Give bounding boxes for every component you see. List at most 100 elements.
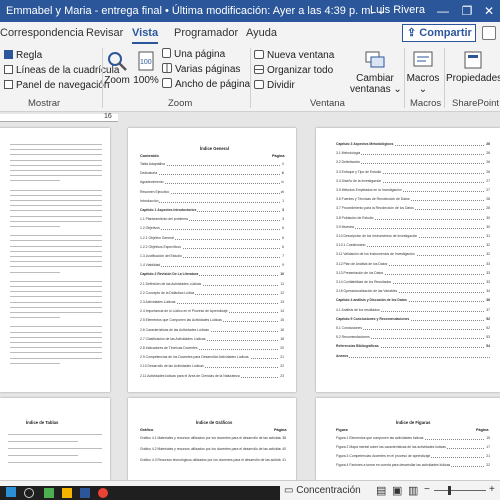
focus-mode-button[interactable]: ▭ Concentración (284, 485, 361, 496)
word-icon[interactable] (80, 488, 90, 498)
toc-row[interactable]: Agradecimiento iv (140, 180, 284, 185)
toc-row[interactable]: 5.1 Conclusiones 52 (336, 326, 490, 331)
toc-row[interactable]: Figura 2 Mapa mental sobre las caracterí… (336, 445, 490, 450)
new-window-button[interactable]: Nueva ventana (254, 50, 334, 61)
tab-ayuda[interactable]: Ayuda (246, 27, 277, 39)
toc-row[interactable]: Capítulo 2 Revisión De La Literatura 10 (140, 272, 284, 277)
checkbox-panel-navegacion[interactable]: Panel de navegación (4, 80, 109, 91)
toc-row[interactable]: 1.1 Planteamiento del problema 3 (140, 217, 284, 222)
toc-row[interactable]: 3.7 Procedimiento para la Recolección de… (336, 206, 490, 211)
toc-row[interactable]: Resumen Ejecutivo vii (140, 189, 284, 195)
folder-icon[interactable] (62, 488, 72, 498)
page-indice-general[interactable]: Índice General Contenido Página Tabla Ad… (128, 128, 296, 392)
toc-row[interactable]: 3.3 Enfoque y Tipo de Estudio 26 (336, 169, 490, 175)
toc-row[interactable]: 3.10.1 Cuestionario 32 (336, 243, 490, 248)
share-button[interactable]: ⇪ Compartir (402, 24, 476, 42)
toc-row[interactable]: 3.1 Metodología 26 (336, 151, 490, 156)
zoom-100-button[interactable]: 100 100% (133, 50, 159, 86)
toc-row[interactable]: 2.7 Clasificación de las Actividades Lúd… (140, 336, 284, 342)
toc-row[interactable]: Gráfico 4.2 Materiales y recursos utiliz… (140, 447, 286, 452)
comments-icon[interactable] (482, 26, 496, 40)
close-button[interactable]: ✕ (478, 2, 500, 20)
toc-row[interactable]: 3.2 Delimitación 26 (336, 160, 490, 165)
toc-row[interactable]: 3.11 Validación de los Instrumentos de I… (336, 252, 490, 257)
toc-row[interactable]: 1.2.1 Objetivo General 6 (140, 235, 284, 241)
zoom-slider[interactable] (434, 490, 486, 491)
toc-row[interactable]: 2.8 Indicadores de Técnicas Docentes 20 (140, 346, 284, 351)
toc-row[interactable]: Introducción 1 (140, 198, 284, 204)
zoom-slider-thumb[interactable] (448, 486, 451, 495)
toc-row[interactable]: 2.5 Elementos que Componen las Actividad… (140, 318, 284, 323)
arrange-all-button[interactable]: Organizar todo (254, 65, 333, 76)
read-mode-icon[interactable]: ▤ (376, 484, 386, 497)
toc-row[interactable]: Capítulo 5 Conclusiones y Recomendacione… (336, 316, 490, 322)
tab-revisar[interactable]: Revisar (86, 27, 123, 39)
zoom-in-button[interactable]: + (489, 484, 495, 495)
toc-row[interactable]: Referencias Bibliográficas 54 (336, 344, 490, 349)
switch-windows-button[interactable]: Cambiar ventanas ⌄ (350, 50, 402, 95)
toc-row[interactable]: Figura 4 Factores a tomar en cuenta para… (336, 463, 490, 468)
ruler[interactable]: 16 (0, 112, 500, 122)
print-layout-icon[interactable]: ▣ (392, 484, 402, 497)
checkbox-regla[interactable]: Regla (4, 50, 42, 61)
toc-row[interactable]: 3.8 Población de Estudio 30 (336, 215, 490, 221)
toc-row[interactable]: 3.5 Métodos Empleados en la Investigació… (336, 188, 490, 193)
tab-programador[interactable]: Programador (174, 27, 238, 39)
toc-row[interactable]: 1.3 Justificación del Estudio 7 (140, 254, 284, 259)
toc-row[interactable]: 3.6 Fuentes y Técnicas de Recolección de… (336, 197, 490, 202)
properties-button[interactable]: Propiedades (446, 50, 500, 84)
toc-row[interactable]: Capítulo 3 Aspectos Metodológicos 26 (336, 142, 490, 147)
toc-row[interactable]: 3.4 Diseño de la Investigación 27 (336, 178, 490, 184)
maximize-button[interactable]: ❐ (456, 2, 478, 20)
windows-start-icon[interactable] (6, 487, 16, 497)
page-indice-tablas[interactable]: Índice de Tablas (0, 398, 110, 480)
zoom-button[interactable]: Zoom (104, 50, 130, 86)
toc-row[interactable]: 2.3 Actividades Lúdicas 13 (140, 300, 284, 305)
toc-row[interactable]: 2.2 Concepto de la Didáctica Lúdica 12 (140, 290, 284, 296)
toc-row[interactable]: Figura 1 Elementos que componen las acti… (336, 436, 490, 441)
document-title[interactable]: Emmabel y Maria - entrega final • Última… (6, 4, 386, 17)
user-name[interactable]: Luis Rivera (370, 4, 425, 16)
tab-vista[interactable]: Vista (132, 27, 159, 44)
page-indice-figuras[interactable]: Índice de Figuras Figura Página Figura 1… (316, 398, 500, 480)
toc-row[interactable]: 2.6 Características de las Actividades L… (140, 327, 284, 333)
toc-row[interactable]: 3.9 Muestra 30 (336, 224, 490, 230)
macros-button[interactable]: Macros ⌄ (406, 50, 440, 95)
toc-row[interactable]: 2.4 Importancia de lo Lúdico en el Proce… (140, 309, 284, 314)
toc-row[interactable]: 3.13 Presentación de los Datos 33 (336, 270, 490, 276)
multiple-pages-button[interactable]: Varias páginas (162, 63, 240, 75)
toc-row[interactable]: 2.9 Competencias de los Docentes para De… (140, 355, 284, 360)
toc-row[interactable]: 3.12 Plan de Análisis de los Datos 33 (336, 261, 490, 267)
zoom-out-button[interactable]: − (424, 484, 430, 495)
toc-row[interactable]: 5.2 Recomendaciones 53 (336, 335, 490, 340)
page-width-button[interactable]: Ancho de página (162, 78, 250, 90)
tab-correspondencia[interactable]: Correspondencia (0, 27, 84, 39)
minimize-button[interactable]: — (432, 2, 454, 20)
toc-row[interactable]: Gráfico 4.1 Materiales y recursos utiliz… (140, 436, 286, 441)
toc-row[interactable]: 1.4 Viabilidad 9 (140, 263, 284, 268)
toc-row[interactable]: 2.10 Desarrollo de las Actividades Lúdic… (140, 364, 284, 369)
page-indice-continuacion[interactable]: Capítulo 3 Aspectos Metodológicos 26 3.1 M… (316, 128, 500, 392)
toc-row[interactable]: 3.14 Confiabilidad de los Resultados 33 (336, 280, 490, 285)
toc-row[interactable]: 1.2 Objetivos 6 (140, 226, 284, 231)
browser-icon[interactable] (98, 488, 108, 498)
toc-row[interactable]: Tabla Adaptativa ii (140, 162, 284, 167)
web-layout-icon[interactable]: ▥ (408, 484, 418, 497)
toc-row[interactable]: 3.15 Operacionalización de las Variables… (336, 289, 490, 294)
one-page-button[interactable]: Una página (162, 48, 225, 60)
toc-row[interactable]: Anexos (336, 353, 490, 359)
toc-row[interactable]: Capítulo 4 análisis y Discusión de los D… (336, 298, 490, 303)
toc-row[interactable]: Gráfico 4.3 Recursos tecnológicos utiliz… (140, 458, 286, 463)
search-icon[interactable] (24, 488, 34, 498)
toc-row[interactable]: Figura 3 Competencias docentes en el pro… (336, 454, 490, 459)
toc-row[interactable]: 4.1 Análisis de los resultados 37 (336, 307, 490, 313)
app-icon[interactable] (44, 488, 54, 498)
toc-row[interactable]: 2.11 Actividades lúdicas para el Área de… (140, 373, 284, 379)
toc-row[interactable]: Dedicatoria iii (140, 171, 284, 176)
toc-row[interactable]: 3.10 Descripción de los Instrumentos de … (336, 234, 490, 239)
toc-row[interactable]: Capítulo 1 Aspectos Introductorios 3 (140, 208, 284, 213)
split-button[interactable]: Dividir (254, 80, 295, 91)
page-indice-graficos[interactable]: Índice de Gráficos Gráfico Página Gráfic… (128, 398, 296, 480)
toc-row[interactable]: 1.2.2 Objetivos Específicos 6 (140, 244, 284, 250)
page-body-text[interactable] (0, 128, 110, 392)
